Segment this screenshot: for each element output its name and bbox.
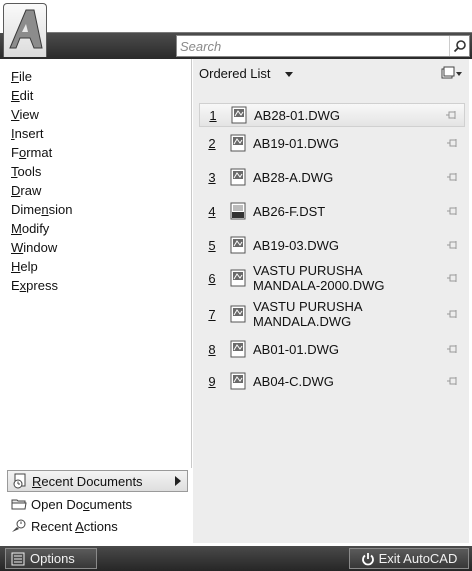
- exit-autocad-button[interactable]: Exit AutoCAD: [349, 548, 469, 569]
- pin-icon[interactable]: [447, 273, 459, 283]
- dwg-file-icon: [230, 269, 246, 287]
- folder-icon: [11, 499, 27, 510]
- menu-item-window[interactable]: Window: [11, 238, 57, 258]
- options-button[interactable]: Options: [5, 548, 97, 569]
- menu-item-view[interactable]: View: [11, 105, 39, 125]
- file-row[interactable]: 2 AB19-01.DWG: [199, 131, 465, 155]
- chevron-down-icon[interactable]: [285, 72, 293, 77]
- search-button[interactable]: [449, 36, 469, 56]
- menu-header-bar: [0, 33, 472, 59]
- menu-item-modify[interactable]: Modify: [11, 219, 49, 239]
- pin-icon[interactable]: [447, 172, 459, 182]
- file-row[interactable]: 4 AB26-F.DST: [199, 199, 465, 223]
- recent-actions-button[interactable]: Recent Actions: [7, 515, 188, 537]
- menu-item-tools[interactable]: Tools: [11, 162, 41, 182]
- dwg-file-icon: [230, 340, 246, 358]
- autocad-logo-icon: [9, 9, 43, 49]
- menu-item-dimension[interactable]: Dimension: [11, 200, 72, 220]
- pin-icon[interactable]: [447, 344, 459, 354]
- sort-dropdown-label[interactable]: Ordered List: [199, 66, 271, 81]
- recent-actions-icon: [12, 519, 26, 532]
- open-documents-button[interactable]: Open Documents: [7, 493, 188, 515]
- recent-documents-button[interactable]: Recent Documents: [7, 470, 188, 492]
- submenu-arrow-icon: [175, 476, 181, 486]
- file-row[interactable]: 3 AB28-A.DWG: [199, 165, 465, 189]
- pin-icon[interactable]: [446, 110, 458, 120]
- recent-section: Recent Documents Open Documents Recent A…: [5, 468, 192, 543]
- file-row[interactable]: 6 VASTU PURUSHA MANDALA-2000.DWG: [199, 261, 465, 295]
- dwg-file-icon: [230, 236, 246, 254]
- view-options-icon[interactable]: [441, 66, 463, 80]
- search-icon: [453, 40, 466, 53]
- dwg-file-icon: [230, 305, 246, 323]
- pin-icon[interactable]: [447, 376, 459, 386]
- search-input[interactable]: [177, 36, 449, 56]
- list-header: Ordered List: [193, 59, 469, 87]
- file-row[interactable]: 1 AB28-01.DWG: [199, 103, 465, 127]
- footer-bar: Options Exit AutoCAD: [0, 546, 472, 571]
- pin-icon[interactable]: [447, 240, 459, 250]
- menu-item-insert[interactable]: Insert: [11, 124, 44, 144]
- dwg-file-icon: [230, 168, 246, 186]
- dwg-file-icon: [230, 134, 246, 152]
- menu-item-express[interactable]: Express: [11, 276, 58, 296]
- options-icon: [11, 552, 25, 565]
- dwg-file-icon: [231, 106, 247, 124]
- pin-icon[interactable]: [447, 138, 459, 148]
- pin-icon[interactable]: [447, 206, 459, 216]
- dwg-file-icon: [230, 372, 246, 390]
- file-row[interactable]: 9 AB04-C.DWG: [199, 369, 465, 393]
- pin-icon[interactable]: [447, 309, 459, 319]
- menu-item-help[interactable]: Help: [11, 257, 38, 277]
- menu-item-draw[interactable]: Draw: [11, 181, 41, 201]
- file-row[interactable]: 7 VASTU PURUSHA MANDALA.DWG: [199, 297, 465, 331]
- top-strip: [0, 0, 472, 33]
- recent-documents-pane: Ordered List 1 AB28-01.DWG 2 AB19-01.DWG: [193, 59, 469, 543]
- menu-item-format[interactable]: Format: [11, 143, 52, 163]
- file-row[interactable]: 8 AB01-01.DWG: [199, 337, 465, 361]
- dst-file-icon: [230, 202, 246, 220]
- power-icon: [361, 552, 374, 565]
- application-button[interactable]: [3, 3, 47, 57]
- search-box: [176, 35, 470, 57]
- menu-item-edit[interactable]: Edit: [11, 86, 33, 106]
- menu-item-file[interactable]: File: [11, 67, 32, 87]
- recent-documents-icon: [13, 473, 26, 489]
- file-row[interactable]: 5 AB19-03.DWG: [199, 233, 465, 257]
